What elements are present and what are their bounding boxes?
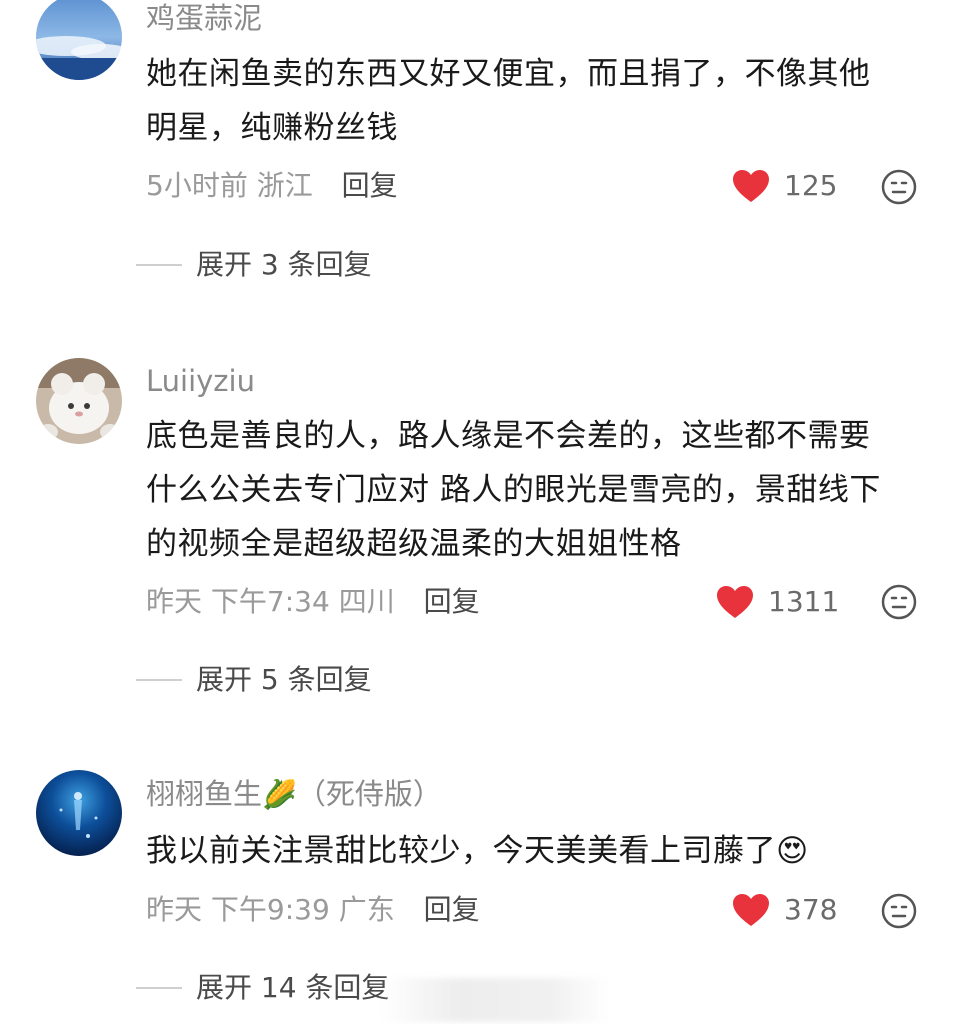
comment-meta: 昨天 下午9:39 广东 回复 xyxy=(146,892,480,928)
avatar[interactable] xyxy=(36,0,122,80)
like-count: 1311 xyxy=(768,585,840,618)
like-button[interactable]: 125 xyxy=(732,166,837,206)
expand-replies-button[interactable]: 展开 14 条回复 xyxy=(136,970,389,1006)
neutral-face-icon[interactable] xyxy=(880,892,918,930)
comment-time: 昨天 下午9:39 xyxy=(146,893,330,926)
sky-clouds-avatar-icon xyxy=(36,0,122,80)
comment-item: 鸡蛋蒜泥 她在闲鱼卖的东西又好又便宜，而且捐了，不像其他 明星，纯赚粉丝钱 5小… xyxy=(0,0,964,300)
reply-button[interactable]: 回复 xyxy=(342,169,398,202)
divider xyxy=(136,264,182,266)
like-count: 378 xyxy=(784,893,838,926)
heart-eyes-emoji-icon: 😍 xyxy=(776,833,809,869)
divider xyxy=(136,679,182,681)
heart-icon xyxy=(733,894,769,926)
username-suffix: （死侍版） xyxy=(296,777,442,811)
comment-item: Luiiyziu 底色是善良的人，路人缘是不会差的，这些都不需要 什么公关去专门… xyxy=(0,352,964,712)
username[interactable]: 栩栩鱼生🌽（死侍版） xyxy=(146,776,442,813)
expand-replies-label: 展开 5 条回复 xyxy=(196,663,372,696)
comment-text-line: 她在闲鱼卖的东西又好又便宜，而且捐了，不像其他 xyxy=(146,56,871,92)
expand-replies-label: 展开 3 条回复 xyxy=(196,248,372,281)
comment-text-line: 我以前关注景甜比较少，今天美美看上司藤了😍 xyxy=(146,824,936,878)
neutral-face-icon[interactable] xyxy=(880,168,918,206)
comment-location: 四川 xyxy=(338,585,395,618)
neutral-face-icon[interactable] xyxy=(880,583,918,621)
comment-text-body: 我以前关注景甜比较少，今天美美看上司藤了 xyxy=(146,833,776,869)
reply-button[interactable]: 回复 xyxy=(424,585,480,618)
reply-button[interactable]: 回复 xyxy=(424,893,480,926)
avatar[interactable] xyxy=(36,770,122,856)
heart-icon xyxy=(717,586,753,618)
comment-time: 5小时前 xyxy=(146,169,248,202)
comment-meta: 昨天 下午7:34 四川 回复 xyxy=(146,584,480,620)
comment-text-line: 什么公关去专门应对 路人的眼光是雪亮的，景甜线下 xyxy=(146,472,881,508)
username[interactable]: Luiiyziu xyxy=(146,363,255,399)
comment-text: 她在闲鱼卖的东西又好又便宜，而且捐了，不像其他 明星，纯赚粉丝钱 xyxy=(146,47,936,155)
expand-replies-button[interactable]: 展开 5 条回复 xyxy=(136,662,372,698)
like-count: 125 xyxy=(784,169,838,202)
comment-text-line: 的视频全是超级超级温柔的大姐姐性格 xyxy=(146,526,682,562)
deep-sea-avatar-icon xyxy=(36,770,122,856)
comment-text: 我以前关注景甜比较少，今天美美看上司藤了😍 xyxy=(146,824,936,878)
watermark-blur xyxy=(380,978,610,1022)
comment-text: 底色是善良的人，路人缘是不会差的，这些都不需要 什么公关去专门应对 路人的眼光是… xyxy=(146,409,936,571)
comment-location: 浙江 xyxy=(256,169,313,202)
like-button[interactable]: 378 xyxy=(732,890,837,930)
corn-icon: 🌽 xyxy=(262,778,297,811)
username-text: 栩栩鱼生 xyxy=(146,777,263,811)
like-button[interactable]: 1311 xyxy=(716,582,839,622)
avatar[interactable] xyxy=(36,358,122,444)
heart-icon xyxy=(733,170,769,202)
username[interactable]: 鸡蛋蒜泥 xyxy=(146,0,262,36)
comment-text-line: 底色是善良的人，路人缘是不会差的，这些都不需要 xyxy=(146,418,871,454)
divider xyxy=(136,987,182,989)
comment-text-line: 明星，纯赚粉丝钱 xyxy=(146,110,398,146)
plush-toy-avatar-icon xyxy=(36,358,122,444)
comment-location: 广东 xyxy=(338,893,395,926)
expand-replies-button[interactable]: 展开 3 条回复 xyxy=(136,247,372,283)
expand-replies-label: 展开 14 条回复 xyxy=(196,971,390,1004)
comment-time: 昨天 下午7:34 xyxy=(146,585,330,618)
comment-meta: 5小时前 浙江 回复 xyxy=(146,168,398,204)
